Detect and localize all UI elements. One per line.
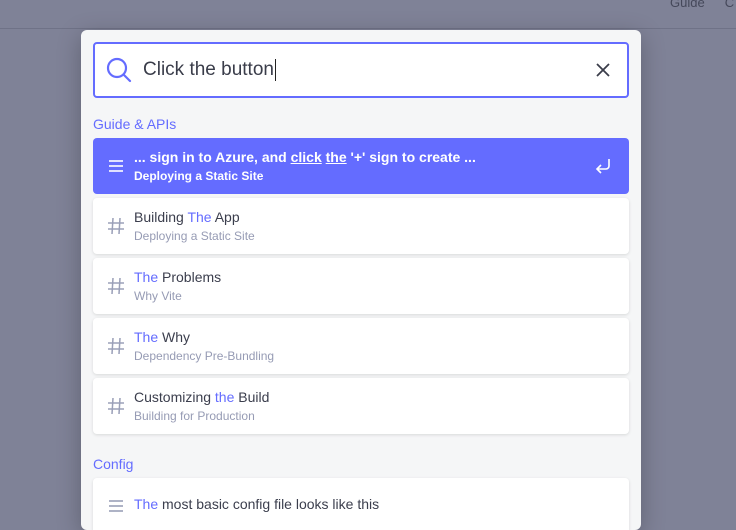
hit-subtitle: Dependency Pre-Bundling (134, 349, 275, 363)
top-nav-bar: Guide C (0, 0, 736, 29)
search-hit-the-why[interactable]: The Why Dependency Pre-Bundling (93, 318, 629, 374)
top-nav-config-link[interactable]: C (725, 0, 734, 10)
hit-title: The most basic config file looks like th… (134, 496, 380, 512)
text-caret (274, 59, 276, 81)
hash-icon (106, 336, 126, 356)
search-query-text: Click the button (143, 59, 274, 80)
hash-icon (106, 396, 126, 416)
hash-icon (106, 216, 126, 236)
hit-subtitle: Deploying a Static Site (134, 229, 255, 243)
hit-title: Customizing the Build (134, 389, 270, 405)
section-title-config: Config (93, 456, 134, 472)
menu-lines-icon (106, 156, 126, 176)
top-nav: Guide C (670, 0, 734, 10)
section-title-guide: Guide & APIs (93, 116, 177, 132)
enter-return-icon (593, 156, 613, 176)
search-hit-basic-config[interactable]: The most basic config file looks like th… (93, 478, 629, 530)
hit-subtitle: Deploying a Static Site (134, 169, 264, 183)
menu-lines-icon (106, 496, 126, 516)
search-hit-building-app[interactable]: Building The App Deploying a Static Site (93, 198, 629, 254)
search-hit-customizing-build[interactable]: Customizing the Build Building for Produ… (93, 378, 629, 434)
search-box[interactable]: Click the button (93, 42, 629, 98)
hit-title: Building The App (134, 209, 240, 225)
hit-title: ... sign in to Azure, and click the '+' … (134, 149, 476, 165)
hit-title: The Problems (134, 269, 222, 285)
search-hit-azure[interactable]: ... sign in to Azure, and click the '+' … (93, 138, 629, 194)
search-input[interactable]: Click the button (143, 59, 593, 81)
search-modal: Click the button Guide & APIs ... sign i… (81, 30, 641, 530)
top-nav-guide-link[interactable]: Guide (670, 0, 705, 10)
close-icon[interactable] (593, 60, 613, 80)
hash-icon (106, 276, 126, 296)
hit-title: The Why (134, 329, 191, 345)
search-hit-the-problems[interactable]: The Problems Why Vite (93, 258, 629, 314)
hit-subtitle: Building for Production (134, 409, 255, 423)
search-icon (105, 56, 133, 84)
hit-subtitle: Why Vite (134, 289, 182, 303)
